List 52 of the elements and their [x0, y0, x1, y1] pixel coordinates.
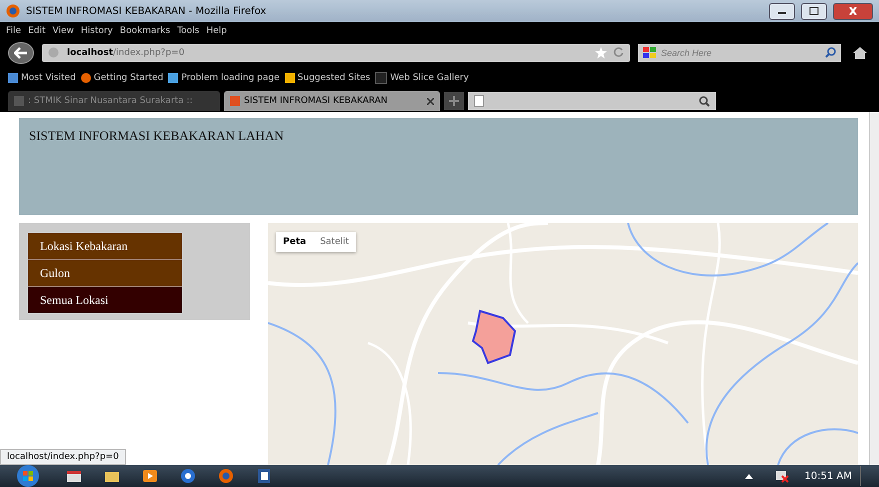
close-icon[interactable]: [427, 98, 434, 104]
menu-item[interactable]: File: [6, 26, 22, 36]
bookmark-item[interactable]: Web Slice Gallery: [375, 72, 469, 84]
firefox-icon: [6, 4, 20, 18]
home-icon[interactable]: [853, 46, 867, 58]
bookmark-item[interactable]: Most Visited: [8, 72, 76, 82]
menu-item[interactable]: Tools: [177, 26, 200, 36]
page-icon: [474, 95, 484, 107]
map-type-button[interactable]: Satelit: [313, 232, 356, 252]
star-icon[interactable]: [595, 46, 607, 58]
status-url: localhost/index.php?p=0: [0, 449, 126, 465]
caret-icon[interactable]: [744, 473, 753, 479]
site-title: SISTEM INFORMASI KEBAKARAN LAHAN: [29, 128, 284, 143]
search-field[interactable]: Search Here: [661, 48, 821, 58]
sidebar-item[interactable]: Lokasi Kebakaran: [28, 233, 182, 260]
menu-item[interactable]: Help: [206, 26, 227, 36]
close-icon: [848, 7, 858, 15]
sidebar-item[interactable]: Gulon: [28, 260, 182, 287]
menu-item[interactable]: View: [52, 26, 74, 36]
browser-tab[interactable]: SISTEM INFROMASI KEBAKARAN: [224, 91, 440, 111]
minimize-button[interactable]: [769, 2, 795, 20]
scrollbar[interactable]: [869, 112, 879, 465]
back-arrow-icon: [14, 46, 28, 58]
search-field[interactable]: Search Here: [638, 44, 841, 62]
engine-icon: [643, 46, 657, 58]
folder-icon[interactable]: [104, 469, 120, 483]
bookmark-item[interactable]: Getting Started: [80, 72, 164, 82]
menu-item[interactable]: Edit: [28, 26, 46, 36]
bookmark-item[interactable]: Problem loading page: [168, 72, 280, 82]
network-icon[interactable]: [774, 469, 789, 483]
firefox-icon[interactable]: [218, 468, 234, 484]
close-button[interactable]: [833, 2, 873, 20]
bookmark-item[interactable]: Suggested Sites: [284, 72, 370, 82]
new-tab-button[interactable]: [444, 92, 464, 110]
map-type-button[interactable]: Peta: [276, 232, 314, 252]
sidebar-item[interactable]: Semua Lokasi: [28, 287, 182, 313]
window-title: SISTEM INFROMASI KEBAKARAN - Mozilla Firefox: [26, 6, 266, 16]
maximize-button[interactable]: [801, 2, 827, 20]
plus-icon: [449, 96, 459, 106]
tab-search-field[interactable]: [468, 92, 716, 110]
document-icon[interactable]: [256, 468, 272, 484]
browser-tab[interactable]: : STMIK Sinar Nusantara Surakarta ::: [8, 91, 220, 111]
play-icon[interactable]: [142, 469, 158, 483]
search-icon[interactable]: [699, 96, 710, 106]
clock[interactable]: 10:51 AM: [804, 470, 852, 482]
menu-item[interactable]: History: [80, 26, 113, 36]
search-icon[interactable]: [825, 47, 836, 58]
address-bar[interactable]: localhost/index.php?p=0: [42, 44, 630, 62]
back-button[interactable]: [8, 42, 34, 64]
menu-item[interactable]: Bookmarks: [120, 26, 170, 36]
calendar-icon[interactable]: [66, 469, 82, 483]
maximize-icon: [809, 7, 819, 15]
